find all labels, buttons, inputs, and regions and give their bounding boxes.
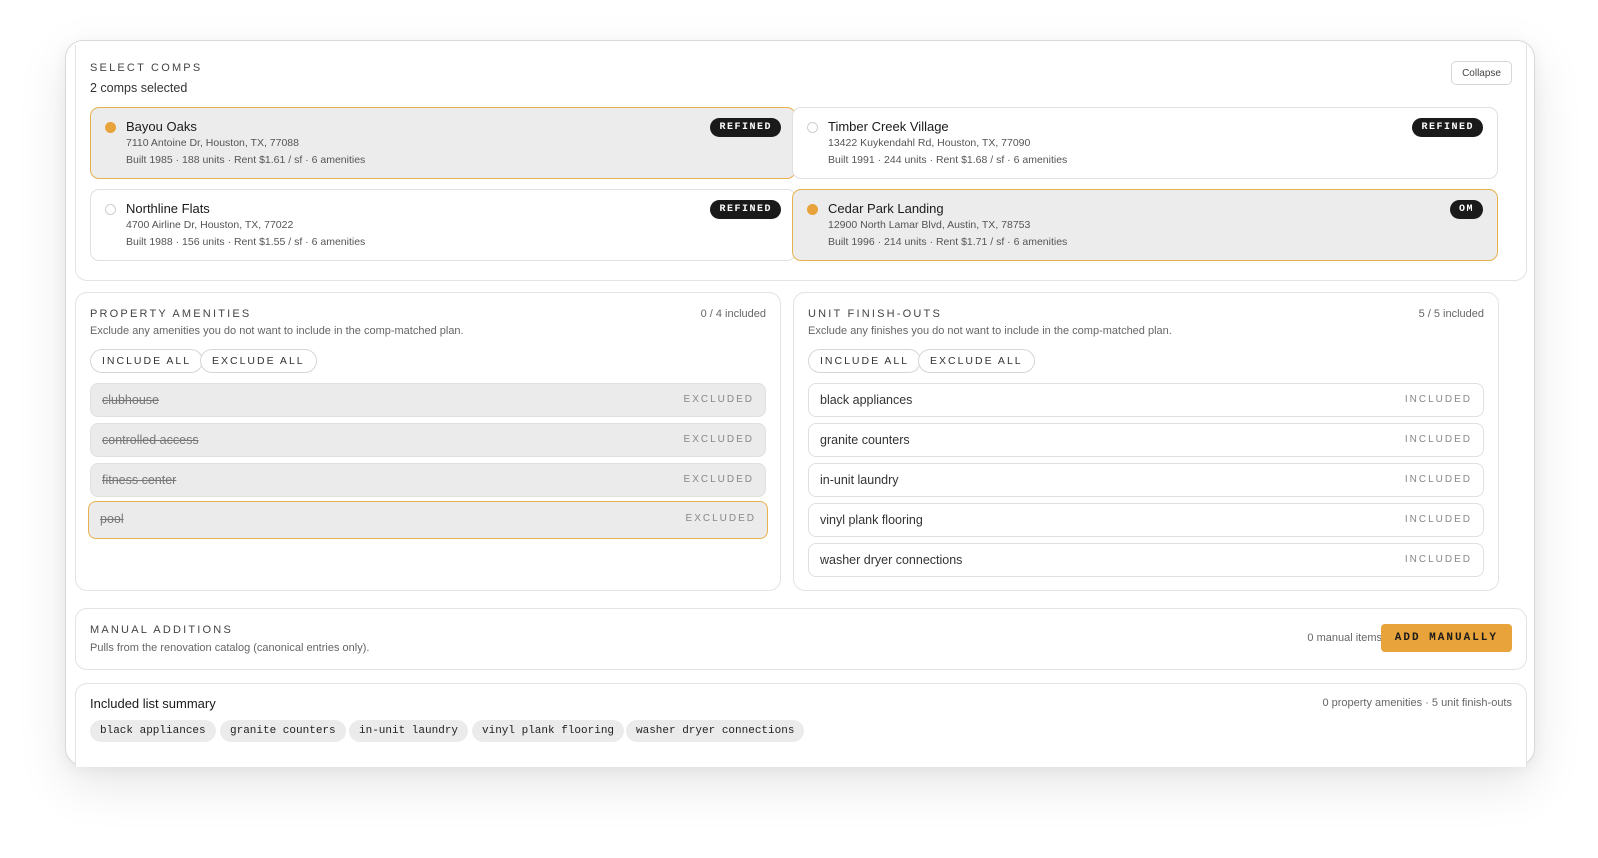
comp-address: 13422 Kuykendahl Rd, Houston, TX, 77090 [828, 137, 1031, 149]
finish-state: INCLUDED [1404, 474, 1472, 485]
comp-meta: Built 1996 · 214 units · Rent $1.71 / sf… [828, 236, 1068, 248]
comp-status-badge: OM [1449, 200, 1483, 219]
comp-card-bayou-oaks[interactable]: Bayou Oaks 7110 Antoine Dr, Houston, TX,… [90, 107, 796, 179]
finish-label: black appliances [820, 393, 913, 407]
unselected-dot-icon[interactable] [105, 204, 116, 215]
comp-name: Northline Flats [126, 201, 210, 216]
amenity-state: EXCLUDED [683, 434, 754, 445]
amenity-row-fitness-center[interactable]: fitness center EXCLUDED [90, 463, 766, 497]
summary-chip: washer dryer connections [626, 720, 805, 742]
manual-additions-description: Pulls from the renovation catalog (canon… [90, 642, 370, 654]
select-comps-title: SELECT COMPS [90, 62, 203, 74]
select-comps-panel: SELECT COMPS 2 comps selected Collapse B… [75, 45, 1527, 281]
selected-dot-icon[interactable] [105, 122, 116, 133]
finishes-title: UNIT FINISH-OUTS [808, 308, 942, 320]
summary-chip: granite counters [220, 720, 346, 742]
finish-row-granite-counters[interactable]: granite counters INCLUDED [808, 423, 1484, 457]
comp-meta: Built 1991 · 244 units · Rent $1.68 / sf… [828, 154, 1068, 166]
amenity-state: EXCLUDED [685, 513, 756, 524]
finish-state: INCLUDED [1404, 394, 1472, 405]
comp-address: 7110 Antoine Dr, Houston, TX, 77088 [126, 137, 299, 149]
finish-label: in-unit laundry [820, 473, 899, 487]
amenity-row-clubhouse[interactable]: clubhouse EXCLUDED [90, 383, 766, 417]
comp-status-badge: REFINED [710, 200, 781, 219]
amenity-row-controlled-access[interactable]: controlled access EXCLUDED [90, 423, 766, 457]
finish-row-black-appliances[interactable]: black appliances INCLUDED [808, 383, 1484, 417]
finish-label: washer dryer connections [820, 553, 963, 567]
manual-items-count: 0 manual items [1307, 632, 1382, 644]
finish-state: INCLUDED [1404, 554, 1472, 565]
finish-row-vinyl-plank-flooring[interactable]: vinyl plank flooring INCLUDED [808, 503, 1484, 537]
include-all-button[interactable]: INCLUDE ALL [808, 349, 922, 373]
finish-state: INCLUDED [1404, 434, 1472, 445]
include-all-button[interactable]: INCLUDE ALL [90, 349, 204, 373]
summary-chip: black appliances [90, 720, 216, 742]
comp-name: Cedar Park Landing [828, 201, 944, 216]
manual-additions-panel: MANUAL ADDITIONS Pulls from the renovati… [75, 608, 1527, 670]
summary-chip: vinyl plank flooring [472, 720, 625, 742]
unselected-dot-icon[interactable] [807, 122, 818, 133]
add-manually-button[interactable]: ADD MANUALLY [1380, 624, 1512, 652]
amenities-description: Exclude any amenities you do not want to… [90, 325, 464, 337]
amenity-state: EXCLUDED [683, 474, 754, 485]
comp-card-timber-creek-village[interactable]: Timber Creek Village 13422 Kuykendahl Rd… [792, 107, 1498, 179]
comp-meta: Built 1988 · 156 units · Rent $1.55 / sf… [126, 236, 366, 248]
exclude-all-button[interactable]: EXCLUDE ALL [918, 349, 1035, 373]
finish-label: vinyl plank flooring [820, 513, 923, 527]
unit-finish-outs-panel: UNIT FINISH-OUTS 5 / 5 included Exclude … [793, 292, 1499, 591]
comp-meta: Built 1985 · 188 units · Rent $1.61 / sf… [126, 154, 366, 166]
comp-address: 12900 North Lamar Blvd, Austin, TX, 7875… [828, 219, 1031, 231]
finish-row-in-unit-laundry[interactable]: in-unit laundry INCLUDED [808, 463, 1484, 497]
finishes-description: Exclude any finishes you do not want to … [808, 325, 1172, 337]
amenities-title: PROPERTY AMENITIES [90, 308, 252, 320]
amenity-state: EXCLUDED [683, 394, 754, 405]
summary-title: Included list summary [90, 696, 216, 711]
comp-card-cedar-park-landing[interactable]: Cedar Park Landing 12900 North Lamar Blv… [792, 189, 1498, 261]
property-amenities-panel: PROPERTY AMENITIES 0 / 4 included Exclud… [75, 292, 781, 591]
collapse-button[interactable]: Collapse [1451, 61, 1512, 85]
amenities-included-count: 0 / 4 included [700, 308, 766, 320]
amenity-label: controlled access [102, 433, 199, 447]
exclude-all-button[interactable]: EXCLUDE ALL [200, 349, 317, 373]
amenity-label: pool [100, 512, 124, 526]
comp-address: 4700 Airline Dr, Houston, TX, 77022 [126, 219, 294, 231]
manual-additions-title: MANUAL ADDITIONS [90, 624, 233, 636]
finishes-included-count: 5 / 5 included [1418, 308, 1484, 320]
finish-row-washer-dryer-connections[interactable]: washer dryer connections INCLUDED [808, 543, 1484, 577]
selected-dot-icon[interactable] [807, 204, 818, 215]
amenity-row-pool[interactable]: pool EXCLUDED [88, 501, 768, 539]
comp-status-badge: REFINED [710, 118, 781, 137]
included-list-summary-panel: Included list summary 0 property ameniti… [75, 683, 1527, 767]
amenity-label: clubhouse [102, 393, 159, 407]
comp-card-northline-flats[interactable]: Northline Flats 4700 Airline Dr, Houston… [90, 189, 796, 261]
comp-plan-window: SELECT COMPS 2 comps selected Collapse B… [65, 40, 1535, 767]
finish-label: granite counters [820, 433, 910, 447]
summary-counts: 0 property amenities · 5 unit finish-out… [1322, 697, 1512, 709]
comps-selected-count: 2 comps selected [90, 81, 188, 95]
amenity-label: fitness center [102, 473, 177, 487]
comp-status-badge: REFINED [1412, 118, 1483, 137]
finish-state: INCLUDED [1404, 514, 1472, 525]
summary-chip: in-unit laundry [349, 720, 469, 742]
comp-name: Bayou Oaks [126, 119, 197, 134]
comp-name: Timber Creek Village [828, 119, 949, 134]
